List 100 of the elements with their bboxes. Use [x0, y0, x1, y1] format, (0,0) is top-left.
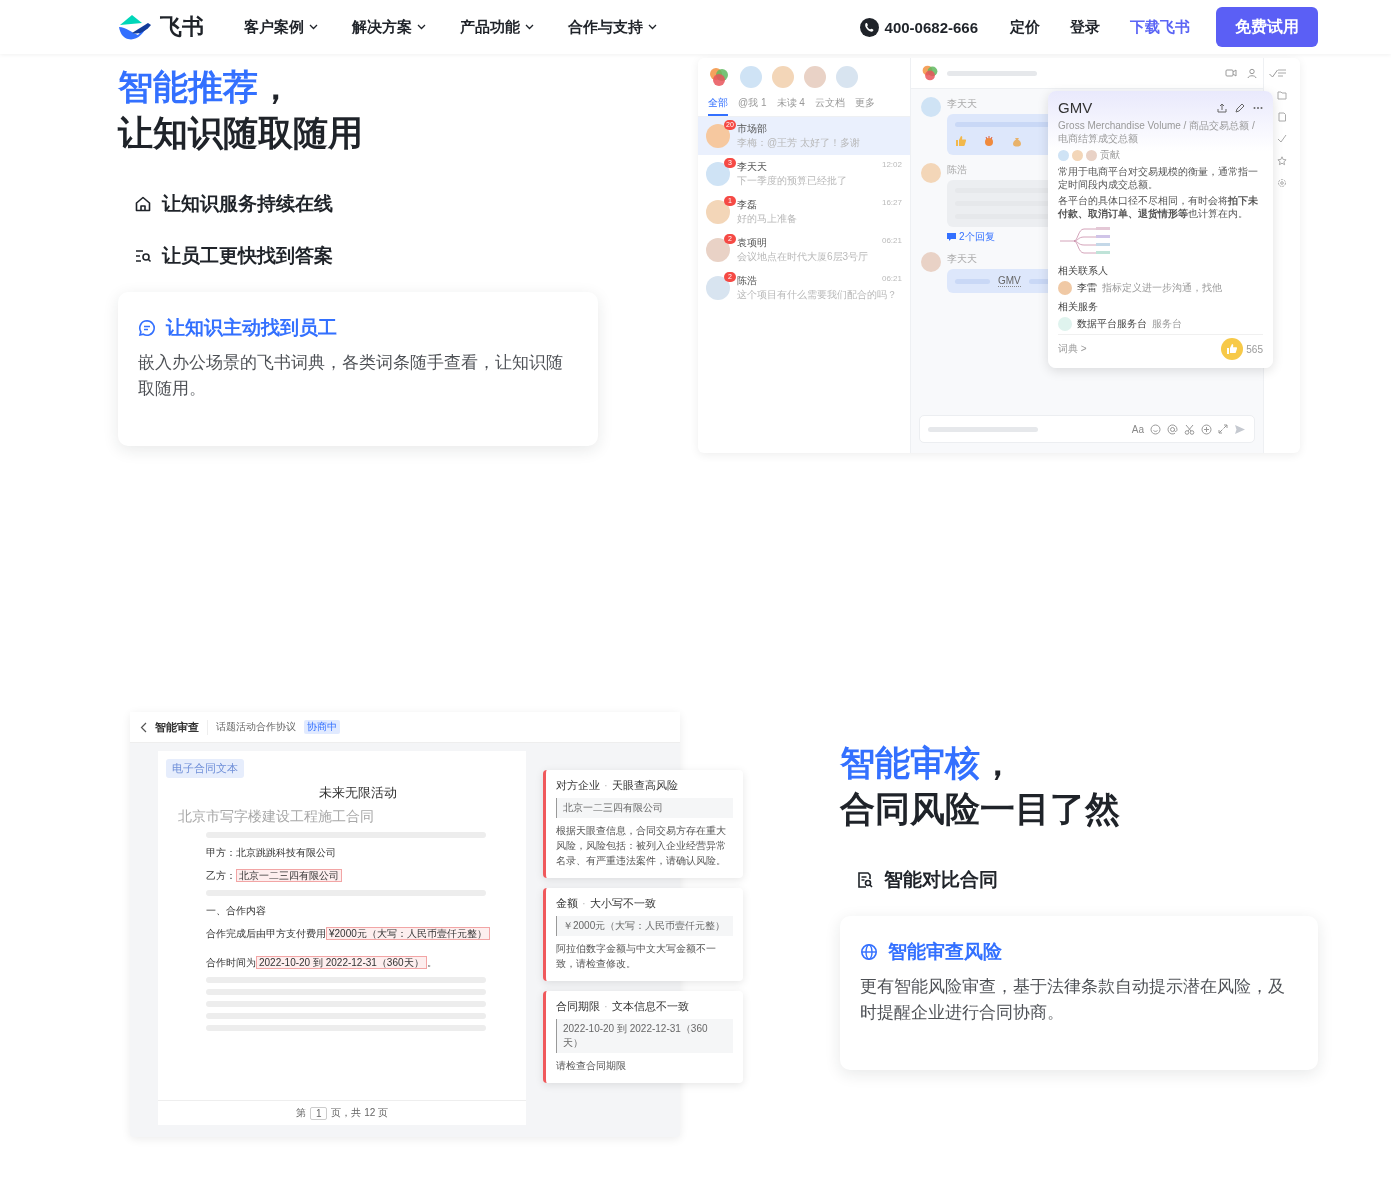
avatar: [1072, 149, 1083, 161]
avatar: [706, 200, 730, 224]
like-count: 565: [1246, 343, 1263, 355]
free-trial-button[interactable]: 免费试用: [1216, 7, 1318, 47]
nav-menu-item[interactable]: 客户案例: [244, 17, 318, 37]
phone-number[interactable]: 400-0682-666: [859, 17, 978, 37]
globe-icon: [860, 943, 878, 961]
pencil-icon[interactable]: [1235, 102, 1245, 113]
message-input-field[interactable]: Aa: [919, 415, 1255, 443]
avatar: [836, 66, 858, 88]
conversation-time: 06:21: [881, 274, 902, 285]
avatar: [804, 66, 826, 88]
feature-description: 更有智能风险审查，基于法律条款自动提示潜在风险，及时提醒企业进行合同协商。: [859, 976, 1286, 1024]
pager-text: 第: [295, 1106, 306, 1120]
chat-icon: [138, 319, 156, 337]
conversation-time: 16:27: [881, 198, 902, 209]
check-icon[interactable]: [1277, 134, 1287, 144]
document-icon[interactable]: [1277, 112, 1287, 122]
nav-link[interactable]: 登录: [1070, 17, 1100, 37]
contact-name: 李雷: [1077, 281, 1097, 295]
expand-icon[interactable]: [1218, 424, 1228, 434]
avatar: [1086, 149, 1097, 161]
list-icon[interactable]: [1277, 68, 1287, 78]
highlighted-term[interactable]: GMV: [998, 275, 1021, 287]
message-preview: 会议地点在时代大厦6层3号厅: [737, 250, 870, 264]
comment-icon: [947, 232, 956, 242]
nav-link[interactable]: 定价: [1010, 17, 1040, 37]
conversation-time: 12:02: [881, 160, 902, 171]
feature-tab[interactable]: 让知识服务持续在线: [118, 178, 349, 230]
back-icon[interactable]: [140, 721, 147, 733]
caret-icon: [417, 24, 426, 30]
smiley-icon[interactable]: [1150, 423, 1161, 435]
feature-tab[interactable]: 让知识主动找到员工: [122, 306, 353, 350]
conversation-name: 李天天: [737, 160, 767, 174]
risk-title: 对方企业 · 天眼查高风险: [556, 778, 679, 793]
thumbs-up-icon[interactable]: [1221, 338, 1244, 360]
page-number-field[interactable]: 1: [309, 1106, 328, 1120]
section-label: 相关联系人: [1058, 264, 1109, 278]
feature-description: 嵌入办公场景的飞书词典，各类词条随手查看，让知识随取随用。: [137, 352, 564, 400]
feature-tab[interactable]: 让员工更快找到答案: [118, 230, 349, 282]
conversation-time: 06:21: [881, 236, 902, 247]
avatar: [706, 276, 730, 300]
avatar: [1058, 281, 1072, 295]
more-icon[interactable]: [1253, 105, 1263, 110]
avatar: [772, 66, 794, 88]
feature-tab[interactable]: 智能对比合同: [840, 854, 1014, 906]
thumbs-up-icon: [955, 135, 967, 147]
money-bag-icon: [1011, 135, 1023, 147]
faded-document-title: 北京市写字楼建设工程施工合同: [178, 808, 375, 826]
nav-menu-item[interactable]: 合作与支持: [568, 17, 657, 37]
star-icon[interactable]: [1277, 156, 1287, 166]
phone-text: 400-0682-666: [884, 18, 978, 36]
send-icon[interactable]: [1234, 423, 1246, 435]
conversation-name: 袁项明: [737, 236, 767, 250]
avatar: [740, 66, 762, 88]
term-title: GMV: [1058, 99, 1093, 116]
section-heading: 合同风险一目了然: [840, 788, 1121, 830]
nav-menu-item[interactable]: 产品功能: [460, 17, 534, 37]
service-name: 数据平台服务台: [1077, 317, 1147, 331]
risk-quote: 2022-10-20 到 2022-12-31（360 天）: [556, 1019, 733, 1053]
format-text-button[interactable]: Aa: [1131, 423, 1144, 435]
caret-icon: [648, 24, 657, 30]
pager-text: 页，共 12 页: [331, 1106, 389, 1120]
nav-link[interactable]: 下载飞书: [1130, 17, 1190, 37]
folder-icon[interactable]: [1277, 90, 1287, 100]
group-avatar-icon: [708, 66, 730, 88]
nav-menu-item[interactable]: 解决方案: [352, 17, 426, 37]
caret-icon: [309, 24, 318, 30]
replies-link[interactable]: 2个回复: [947, 230, 995, 244]
document-name: 话题活动合作协议: [216, 720, 296, 734]
sender-name: 李天天: [947, 97, 977, 111]
section-heading: 智能推荐，: [118, 66, 294, 108]
feature-tab[interactable]: 智能审查风险: [844, 930, 1018, 974]
scissors-icon[interactable]: [1184, 423, 1195, 435]
at-sign-icon[interactable]: [1167, 423, 1178, 435]
phone-icon: [859, 17, 879, 37]
logo-icon[interactable]: [118, 13, 152, 41]
plus-circle-icon[interactable]: [1201, 423, 1212, 435]
gear-icon[interactable]: [1277, 178, 1287, 188]
conversation-name: 市场部: [737, 122, 767, 136]
clapping-icon: [983, 135, 995, 147]
term-subtitle: Gross Merchandise Volume / 商品交易总额 / 电商结算成交总额: [1058, 119, 1256, 145]
section-label: 相关服务: [1058, 300, 1099, 314]
check-icon[interactable]: [1268, 67, 1279, 79]
group-avatar-icon: [921, 64, 939, 82]
video-icon[interactable]: [1225, 67, 1237, 78]
risk-title: 金额 · 大小写不一致: [556, 896, 657, 911]
risk-detail: 阿拉伯数字金额与中文大写金额不一致，请检查修改。: [556, 942, 717, 971]
person-icon[interactable]: [1247, 67, 1258, 79]
risk-quote: ￥2000元（大写：人民币壹仟元整）: [556, 916, 733, 936]
risk-title: 合同期限 · 文本信息不一致: [556, 999, 690, 1014]
app-title: 智能审查: [155, 719, 208, 735]
document-title: 未来无限活动: [318, 784, 398, 802]
conversation-name: 陈浩: [737, 274, 757, 288]
avatar: [706, 238, 730, 262]
conversation-name: 李磊: [737, 198, 757, 212]
term-definition: 各平台的具体口径不尽相同，有时会将拍下未付款、取消订单、退货情形等也计算在内。: [1058, 194, 1259, 220]
sender-name: 李天天: [947, 252, 977, 266]
logo-text[interactable]: 飞书: [160, 12, 204, 42]
share-icon[interactable]: [1217, 102, 1227, 113]
